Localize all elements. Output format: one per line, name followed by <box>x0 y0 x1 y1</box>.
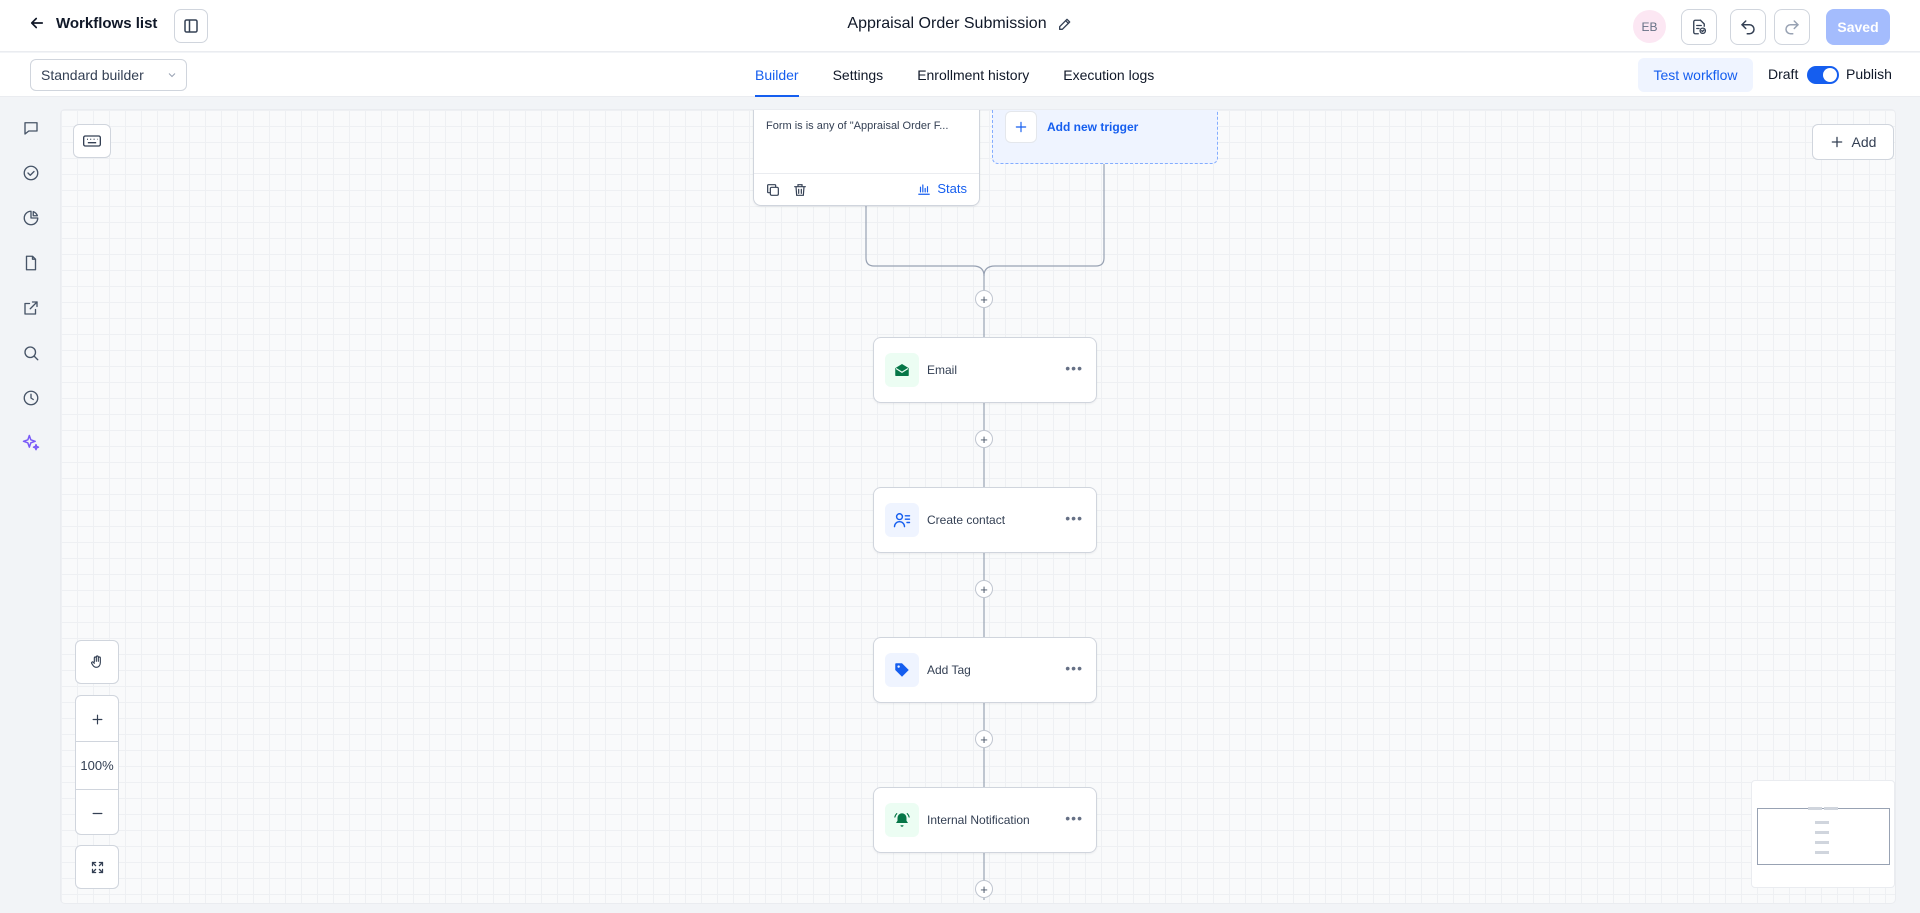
plus-icon <box>92 714 102 724</box>
trigger-condition: Form is is any of "Appraisal Order F... <box>766 120 949 132</box>
copy-icon[interactable] <box>765 182 781 198</box>
add-step-button[interactable]: + <box>975 580 993 598</box>
add-button[interactable]: Add <box>1812 124 1894 160</box>
keyboard-shortcuts-button[interactable] <box>73 124 111 158</box>
ai-sparkle-icon[interactable] <box>20 432 42 454</box>
undo-icon <box>1741 20 1755 35</box>
tag-icon <box>885 653 919 687</box>
zoom-level: 100% <box>80 758 114 773</box>
workflow-title-text: Appraisal Order Submission <box>847 15 1047 32</box>
test-workflow-button[interactable]: Test workflow <box>1638 58 1753 92</box>
zoom-in-button[interactable] <box>76 706 118 732</box>
action-node-add-tag[interactable]: Add Tag ••• <box>873 637 1097 703</box>
back-to-workflows-link[interactable]: Workflows list <box>28 14 157 32</box>
undo-button[interactable] <box>1730 9 1766 45</box>
add-step-button[interactable]: + <box>975 290 993 308</box>
pie-chart-icon[interactable] <box>20 207 42 229</box>
minimap[interactable] <box>1751 780 1895 888</box>
expand-icon <box>91 861 103 873</box>
trash-icon[interactable] <box>792 182 808 198</box>
back-label: Workflows list <box>56 14 158 32</box>
more-options-icon[interactable]: ••• <box>1065 361 1083 375</box>
keyboard-icon <box>83 135 101 147</box>
bell-ring-icon <box>885 803 919 837</box>
left-rail <box>0 97 60 913</box>
node-label: Internal Notification <box>927 813 1030 827</box>
trigger-card[interactable]: Form is is any of "Appraisal Order F... … <box>753 110 980 206</box>
document-check-icon <box>1693 19 1707 35</box>
add-new-trigger-label: Add new trigger <box>1047 120 1139 134</box>
hand-icon <box>91 655 101 668</box>
action-node-email[interactable]: Email ••• <box>873 337 1097 403</box>
bar-chart-icon <box>918 183 931 195</box>
tab-enrollment-history[interactable]: Enrollment history <box>917 53 1029 97</box>
review-doc-button[interactable] <box>1681 9 1717 45</box>
check-circle-icon[interactable] <box>20 162 42 184</box>
node-label: Add Tag <box>927 663 971 677</box>
zoom-out-button[interactable] <box>76 800 118 826</box>
sidebar-toggle-button[interactable] <box>174 9 208 43</box>
action-node-create-contact[interactable]: Create contact ••• <box>873 487 1097 553</box>
draft-label: Draft <box>1768 66 1799 82</box>
add-button-label: Add <box>1851 134 1877 150</box>
action-node-internal-notification[interactable]: Internal Notification ••• <box>873 787 1097 853</box>
more-options-icon[interactable]: ••• <box>1065 811 1083 825</box>
stats-link[interactable]: Stats <box>917 181 967 196</box>
chevron-down-icon <box>168 73 176 78</box>
trigger-card-footer: Stats <box>754 173 979 205</box>
email-open-icon <box>885 353 919 387</box>
tab-settings[interactable]: Settings <box>833 53 884 97</box>
more-options-icon[interactable]: ••• <box>1065 661 1083 675</box>
minus-icon <box>92 812 102 814</box>
sub-header: Standard builder Builder Settings Enroll… <box>0 53 1920 97</box>
saved-button[interactable]: Saved <box>1826 9 1890 45</box>
pan-mode-button[interactable] <box>75 640 119 684</box>
builder-select-value: Standard builder <box>41 67 144 83</box>
node-label: Create contact <box>927 513 1006 527</box>
external-link-icon[interactable] <box>20 297 42 319</box>
file-icon[interactable] <box>20 252 42 274</box>
panel-left-icon <box>184 19 198 33</box>
history-icon[interactable] <box>20 387 42 409</box>
workflow-title: Appraisal Order Submission <box>847 15 1072 33</box>
plus-icon <box>1831 136 1842 148</box>
minimap-viewport[interactable] <box>1757 808 1890 865</box>
redo-icon <box>1785 20 1799 35</box>
top-bar: Workflows list Appraisal Order Submissio… <box>0 0 1920 52</box>
stats-label: Stats <box>937 181 967 196</box>
plus-icon <box>1005 111 1037 143</box>
publish-toggle[interactable] <box>1807 66 1839 84</box>
publish-label: Publish <box>1846 66 1892 82</box>
add-step-button[interactable]: + <box>975 430 993 448</box>
builder-type-select[interactable]: Standard builder <box>30 59 187 91</box>
user-avatar[interactable]: EB <box>1633 10 1666 43</box>
arrow-left-icon <box>30 17 44 29</box>
pencil-edit-icon[interactable] <box>1057 16 1073 32</box>
add-new-trigger-card[interactable]: Add new trigger <box>992 110 1218 164</box>
comments-icon[interactable] <box>20 117 42 139</box>
contact-list-icon <box>885 503 919 537</box>
fit-view-button[interactable] <box>75 845 119 889</box>
tab-builder[interactable]: Builder <box>755 53 799 97</box>
search-icon[interactable] <box>20 342 42 364</box>
node-label: Email <box>927 363 958 377</box>
workflow-canvas[interactable]: Add Form is is any of "Appraisal Order F… <box>61 110 1895 903</box>
zoom-controls: 100% <box>75 695 119 835</box>
more-options-icon[interactable]: ••• <box>1065 511 1083 525</box>
tab-execution-logs[interactable]: Execution logs <box>1063 53 1154 97</box>
workflow-tabs: Builder Settings Enrollment history Exec… <box>755 53 1154 97</box>
add-step-button[interactable]: + <box>975 730 993 748</box>
add-step-button[interactable]: + <box>975 880 993 898</box>
redo-button[interactable] <box>1774 9 1810 45</box>
